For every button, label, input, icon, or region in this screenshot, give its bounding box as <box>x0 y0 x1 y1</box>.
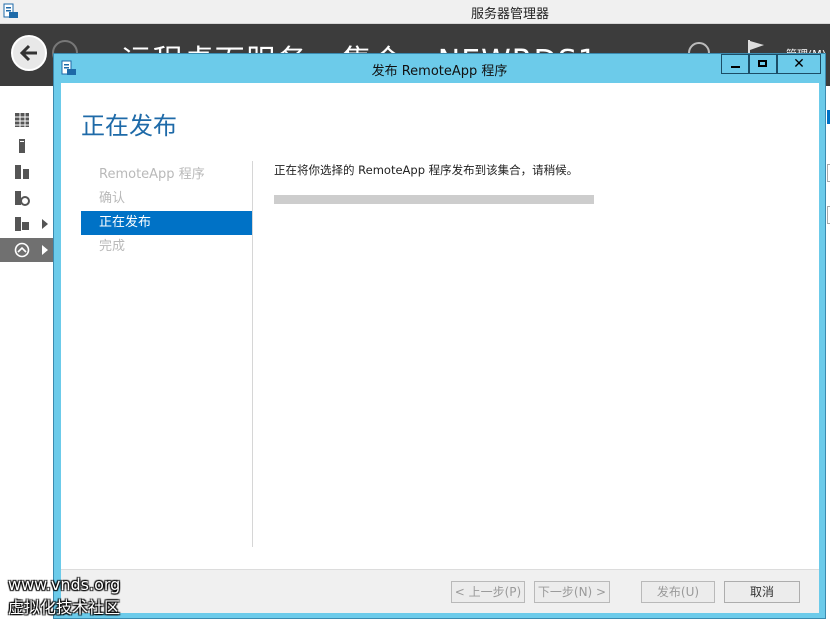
next-button[interactable]: 下一步(N) > <box>534 581 610 603</box>
step-remoteapp-programs[interactable]: RemoteApp 程序 <box>81 163 252 187</box>
step-publishing[interactable]: 正在发布 <box>81 211 252 235</box>
status-message: 正在将你选择的 RemoteApp 程序发布到该集合，请稍候。 <box>274 163 579 177</box>
previous-button[interactable]: < 上一步(P) <box>451 581 525 603</box>
back-arrow-icon <box>19 44 37 62</box>
wizard-steps: RemoteApp 程序 确认 正在发布 完成 <box>81 163 252 259</box>
all-servers-icon <box>15 165 29 179</box>
steps-divider <box>252 161 253 547</box>
sidebar-item-dashboard[interactable] <box>0 108 54 132</box>
wizard-content: 正在发布 RemoteApp 程序 确认 正在发布 完成 正在将你选择的 Rem… <box>61 83 819 569</box>
maximize-icon <box>758 60 767 67</box>
local-server-icon <box>19 139 25 153</box>
sidebar-item-local-server[interactable] <box>0 134 54 158</box>
close-icon: ✕ <box>793 56 805 72</box>
expand-arrow-icon[interactable] <box>42 219 48 229</box>
window-title: 服务器管理器 <box>470 7 549 22</box>
iis-icon <box>15 217 29 231</box>
page-title: 正在发布 <box>81 112 177 140</box>
back-button[interactable] <box>11 35 47 71</box>
sidebar-item-remote-desktop-services[interactable] <box>0 238 54 262</box>
dashboard-icon <box>15 113 29 127</box>
step-confirmation[interactable]: 确认 <box>81 187 252 211</box>
dialog-title: 发布 RemoteApp 程序 <box>371 64 508 79</box>
maximize-button[interactable] <box>749 54 777 74</box>
sidebar-item-iis[interactable] <box>0 212 54 236</box>
file-storage-icon <box>15 191 30 206</box>
sidebar <box>0 86 54 619</box>
watermark-url: www.vnds.org <box>8 575 121 594</box>
step-completion: 完成 <box>99 239 126 254</box>
server-manager-titlebar: 服务器管理器 <box>0 0 830 24</box>
watermark: www.vnds.org 虚拟化技术社区 <box>8 573 120 619</box>
remote-desktop-services-icon <box>14 242 30 258</box>
sidebar-item-file-storage[interactable] <box>0 186 54 210</box>
progress-bar <box>274 195 594 204</box>
publish-remoteapp-dialog: 发布 RemoteApp 程序 ✕ 正在发布 RemoteApp 程序 确认 正… <box>53 53 826 619</box>
expand-arrow-icon[interactable] <box>42 245 48 255</box>
watermark-site-name: 虚拟化技术社区 <box>8 598 121 617</box>
sidebar-item-all-servers[interactable] <box>0 160 54 184</box>
publish-button[interactable]: 发布(U) <box>641 581 715 603</box>
cancel-button[interactable]: 取消 <box>724 581 800 603</box>
minimize-button[interactable] <box>721 54 749 74</box>
close-button[interactable]: ✕ <box>777 54 821 74</box>
wizard-footer: < 上一步(P) 下一步(N) > 发布(U) 取消 <box>61 569 819 613</box>
minimize-icon <box>731 66 740 68</box>
